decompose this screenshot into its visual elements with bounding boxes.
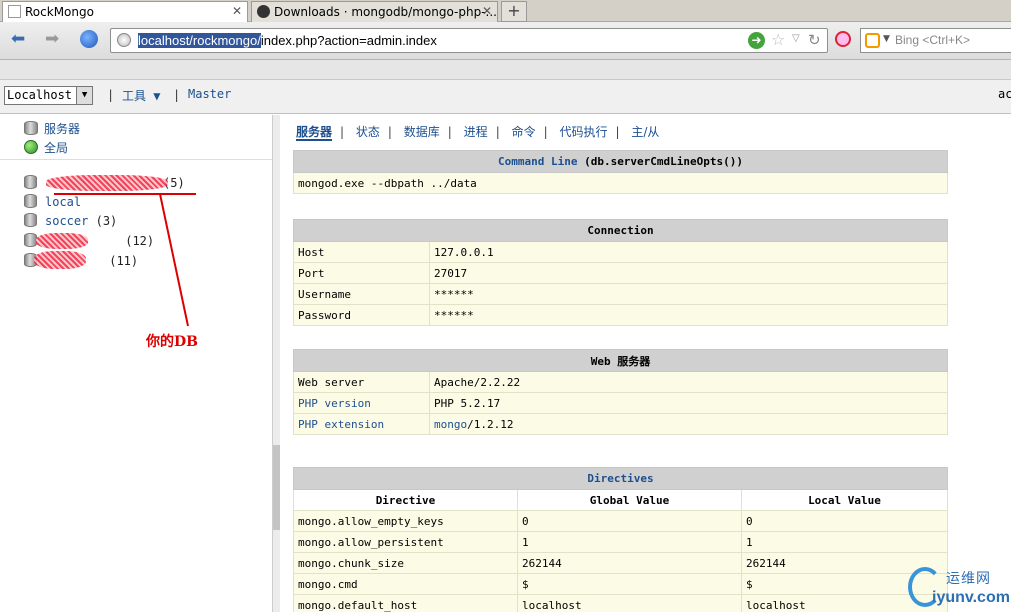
table-row: mongo.chunk_size 262144 262144 [293,552,948,574]
table-row: PHP version PHP 5.2.17 [293,392,948,414]
sidebar-item-label: 全局 [44,141,69,155]
tab-title: Downloads · mongodb/mongo-php-... [274,5,497,19]
chevron-down-icon[interactable]: ▼ [76,87,93,104]
separator: | [107,88,115,102]
table-row: mongo.allow_persistent 1 1 [293,531,948,553]
forward-icon[interactable]: ➡ [45,30,59,48]
table-row: Username ****** [293,283,948,305]
master-link[interactable]: Master [188,87,231,101]
globe-icon [24,140,38,154]
new-tab-button[interactable]: + [501,1,527,22]
redaction-scribble [34,251,86,269]
close-icon[interactable]: ✕ [482,4,492,18]
sidebar-item-label: 服务器 [44,122,81,136]
panel-title: Connection [293,219,948,242]
tab-replication[interactable]: 主/从 [631,125,659,139]
annotation-label: 你的DB [146,334,198,350]
host-select-value: Localhost [7,88,73,102]
browser-nav-bar: ⬅ ➡ localhost/rockmongo/index.php?action… [0,22,1011,60]
db-list-item[interactable]: soccer (3) [24,213,117,228]
table-row: mongo.cmd $ $ [293,573,948,595]
tools-menu[interactable]: 工具 ▼ [122,87,160,104]
sidebar: 服务器 全局 (5) local soccer (3) (12) (11) 你的… [0,115,280,612]
table-row: Password ****** [293,304,948,326]
table-row: mongo.default_host localhost localhost [293,594,948,612]
database-icon [24,121,38,135]
reload-icon[interactable]: ↻ [808,31,821,49]
bookmark-bar [0,60,1011,80]
home-icon[interactable] [80,30,98,48]
separator: | [173,88,181,102]
chevron-down-icon[interactable]: ▼ [883,34,890,44]
database-icon [24,213,37,227]
tab-status[interactable]: 状态 [356,125,380,139]
server-tabs: 服务器 | 状态 | 数据库 | 进程 | 命令 | 代码执行 | 主/从 [296,125,660,141]
browser-tab-bar: RockMongo ✕ Downloads · mongodb/mongo-ph… [0,0,1011,22]
adblock-icon[interactable] [835,31,851,47]
watermark-text: 运维网 [946,571,991,587]
tab-databases[interactable]: 数据库 [404,125,440,139]
php-extension-link[interactable]: PHP extension [293,413,430,435]
url-text[interactable]: localhost/rockmongo/index.php?action=adm… [138,33,437,48]
sidebar-item-server[interactable]: 服务器 [24,120,80,137]
search-box[interactable]: ▼ Bing <Ctrl+K> [860,28,1011,53]
redaction-scribble [46,175,168,191]
table-row: Web server Apache/2.2.22 [293,371,948,393]
watermark-domain: iyunv.com [932,589,1010,606]
app-toolbar: Localhost ▼ | 工具 ▼ | Master ac [0,80,1011,114]
github-icon [257,5,270,18]
url-bar[interactable]: localhost/rockmongo/index.php?action=adm… [110,28,828,53]
site-identity-icon[interactable] [117,33,131,47]
main-content: 服务器 | 状态 | 数据库 | 进程 | 命令 | 代码执行 | 主/从 Command … [281,115,1011,612]
host-select[interactable]: Localhost ▼ [4,86,94,105]
close-icon[interactable]: ✕ [232,4,242,18]
php-version-link[interactable]: PHP version [293,392,430,414]
tab-execute[interactable]: 代码执行 [559,125,607,139]
command-line-panel: Command Line (db.serverCmdLineOpts()) mo… [293,150,948,194]
sidebar-scrollbar[interactable] [272,115,280,612]
watermark-logo: 运维网 iyunv.com [906,563,1011,612]
table-header-row: Directive Global Value Local Value [293,489,948,511]
search-placeholder: Bing <Ctrl+K> [895,33,971,47]
tab-processes[interactable]: 进程 [464,125,488,139]
command-line-link[interactable]: Command Line [498,155,577,168]
mongo-extension-link[interactable]: mongo [434,418,467,431]
panel-title: Command Line (db.serverCmdLineOpts()) [293,150,948,173]
panel-title: Web 服务器 [293,349,948,372]
table-row: mongo.allow_empty_keys 0 0 [293,510,948,532]
directives-title-link[interactable]: Directives [293,467,948,490]
bookmark-star-icon[interactable]: ☆ [771,30,785,49]
command-line-value: mongod.exe --dbpath ../data [293,172,948,194]
tab-title: RockMongo [25,5,94,19]
bing-icon[interactable] [865,33,880,48]
directives-panel: Directives Directive Global Value Local … [293,467,948,612]
database-icon [24,194,37,208]
go-icon[interactable]: ➜ [748,32,765,49]
browser-tab-downloads[interactable]: Downloads · mongodb/mongo-php-... ✕ [251,1,498,22]
sidebar-item-global[interactable]: 全局 [24,139,68,156]
tab-command[interactable]: 命令 [512,125,536,139]
history-dropdown-icon[interactable]: ▽ [792,33,800,44]
url-rest: index.php?action=admin.index [260,33,437,48]
user-label: ac [998,87,1011,101]
page-icon [8,5,21,18]
tab-server[interactable]: 服务器 [296,125,333,141]
db-list-item[interactable]: local [24,194,81,209]
web-server-panel: Web 服务器 Web server Apache/2.2.22 PHP vers… [293,349,948,435]
browser-tab-rockmongo[interactable]: RockMongo ✕ [2,1,248,22]
redaction-scribble [36,233,88,249]
back-icon[interactable]: ⬅ [11,30,25,48]
table-row: PHP extension mongo/1.2.12 [293,413,948,435]
table-row: Port 27017 [293,262,948,284]
url-selected: localhost/rockmongo/ [138,33,261,48]
connection-panel: Connection Host 127.0.0.1 Port 27017 Usern… [293,219,948,326]
database-icon [24,175,37,189]
sidebar-top-links: 服务器 全局 [0,115,272,160]
table-row: Host 127.0.0.1 [293,241,948,263]
scrollbar-thumb[interactable] [273,445,280,530]
